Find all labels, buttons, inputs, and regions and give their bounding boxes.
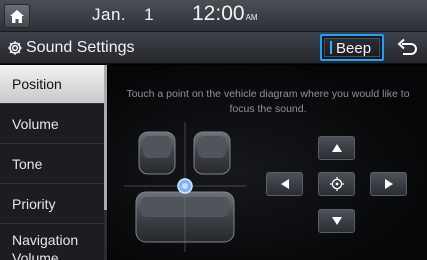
sidebar-item-tone[interactable]: Tone	[0, 145, 104, 184]
title-bar: Sound Settings Beep	[0, 32, 427, 64]
vehicle-diagram[interactable]	[124, 122, 254, 252]
status-bar: Jan. 1 12:00AM	[0, 0, 427, 32]
right-arrow-icon	[384, 179, 393, 189]
front-right-seat[interactable]	[193, 131, 231, 175]
sidebar-item-priority[interactable]: Priority	[0, 185, 104, 224]
date-month: Jan.	[92, 5, 127, 24]
home-button[interactable]	[4, 4, 30, 28]
sidebar: Position Volume Tone Priority Navigation…	[0, 65, 107, 260]
sidebar-item-navigation-volume[interactable]: Navigation Volume	[0, 225, 104, 260]
home-icon	[10, 9, 24, 23]
balance-right-button[interactable]	[370, 172, 407, 196]
back-arrow-icon	[397, 38, 417, 55]
beep-button[interactable]: Beep	[320, 34, 384, 61]
front-left-seat[interactable]	[138, 131, 176, 175]
beep-label: Beep	[336, 40, 372, 57]
sidebar-item-label: Position	[12, 76, 62, 92]
date-day: 1	[144, 5, 155, 24]
sidebar-item-position[interactable]: Position	[0, 65, 104, 104]
balance-left-button[interactable]	[266, 172, 303, 196]
focus-point-center	[182, 183, 188, 189]
up-arrow-icon	[331, 144, 342, 152]
sidebar-item-label: Tone	[12, 156, 43, 172]
sidebar-item-label: Priority	[12, 196, 56, 212]
beep-indicator	[330, 41, 332, 54]
center-target-icon	[329, 177, 344, 191]
sidebar-item-label: Navigation Volume	[12, 232, 79, 260]
instruction-text: Touch a point on the vehicle diagram whe…	[126, 88, 410, 115]
page-title: Sound Settings	[26, 39, 135, 56]
back-button[interactable]	[392, 36, 422, 60]
date: Jan. 1	[92, 5, 154, 25]
fade-front-button[interactable]	[318, 136, 355, 160]
fade-rear-button[interactable]	[318, 209, 355, 233]
sidebar-item-volume[interactable]: Volume	[0, 105, 104, 144]
scrollbar-thumb[interactable]	[104, 65, 107, 210]
clock-ampm: AM	[245, 13, 258, 22]
down-arrow-icon	[331, 217, 342, 225]
sidebar-item-label: Volume	[12, 116, 59, 132]
clock-time: 12:00	[192, 2, 245, 25]
left-arrow-icon	[280, 179, 289, 189]
gear-icon	[8, 41, 22, 55]
center-button[interactable]	[318, 172, 355, 196]
clock: 12:00AM	[192, 2, 258, 26]
sidebar-scrollbar[interactable]	[104, 65, 107, 260]
